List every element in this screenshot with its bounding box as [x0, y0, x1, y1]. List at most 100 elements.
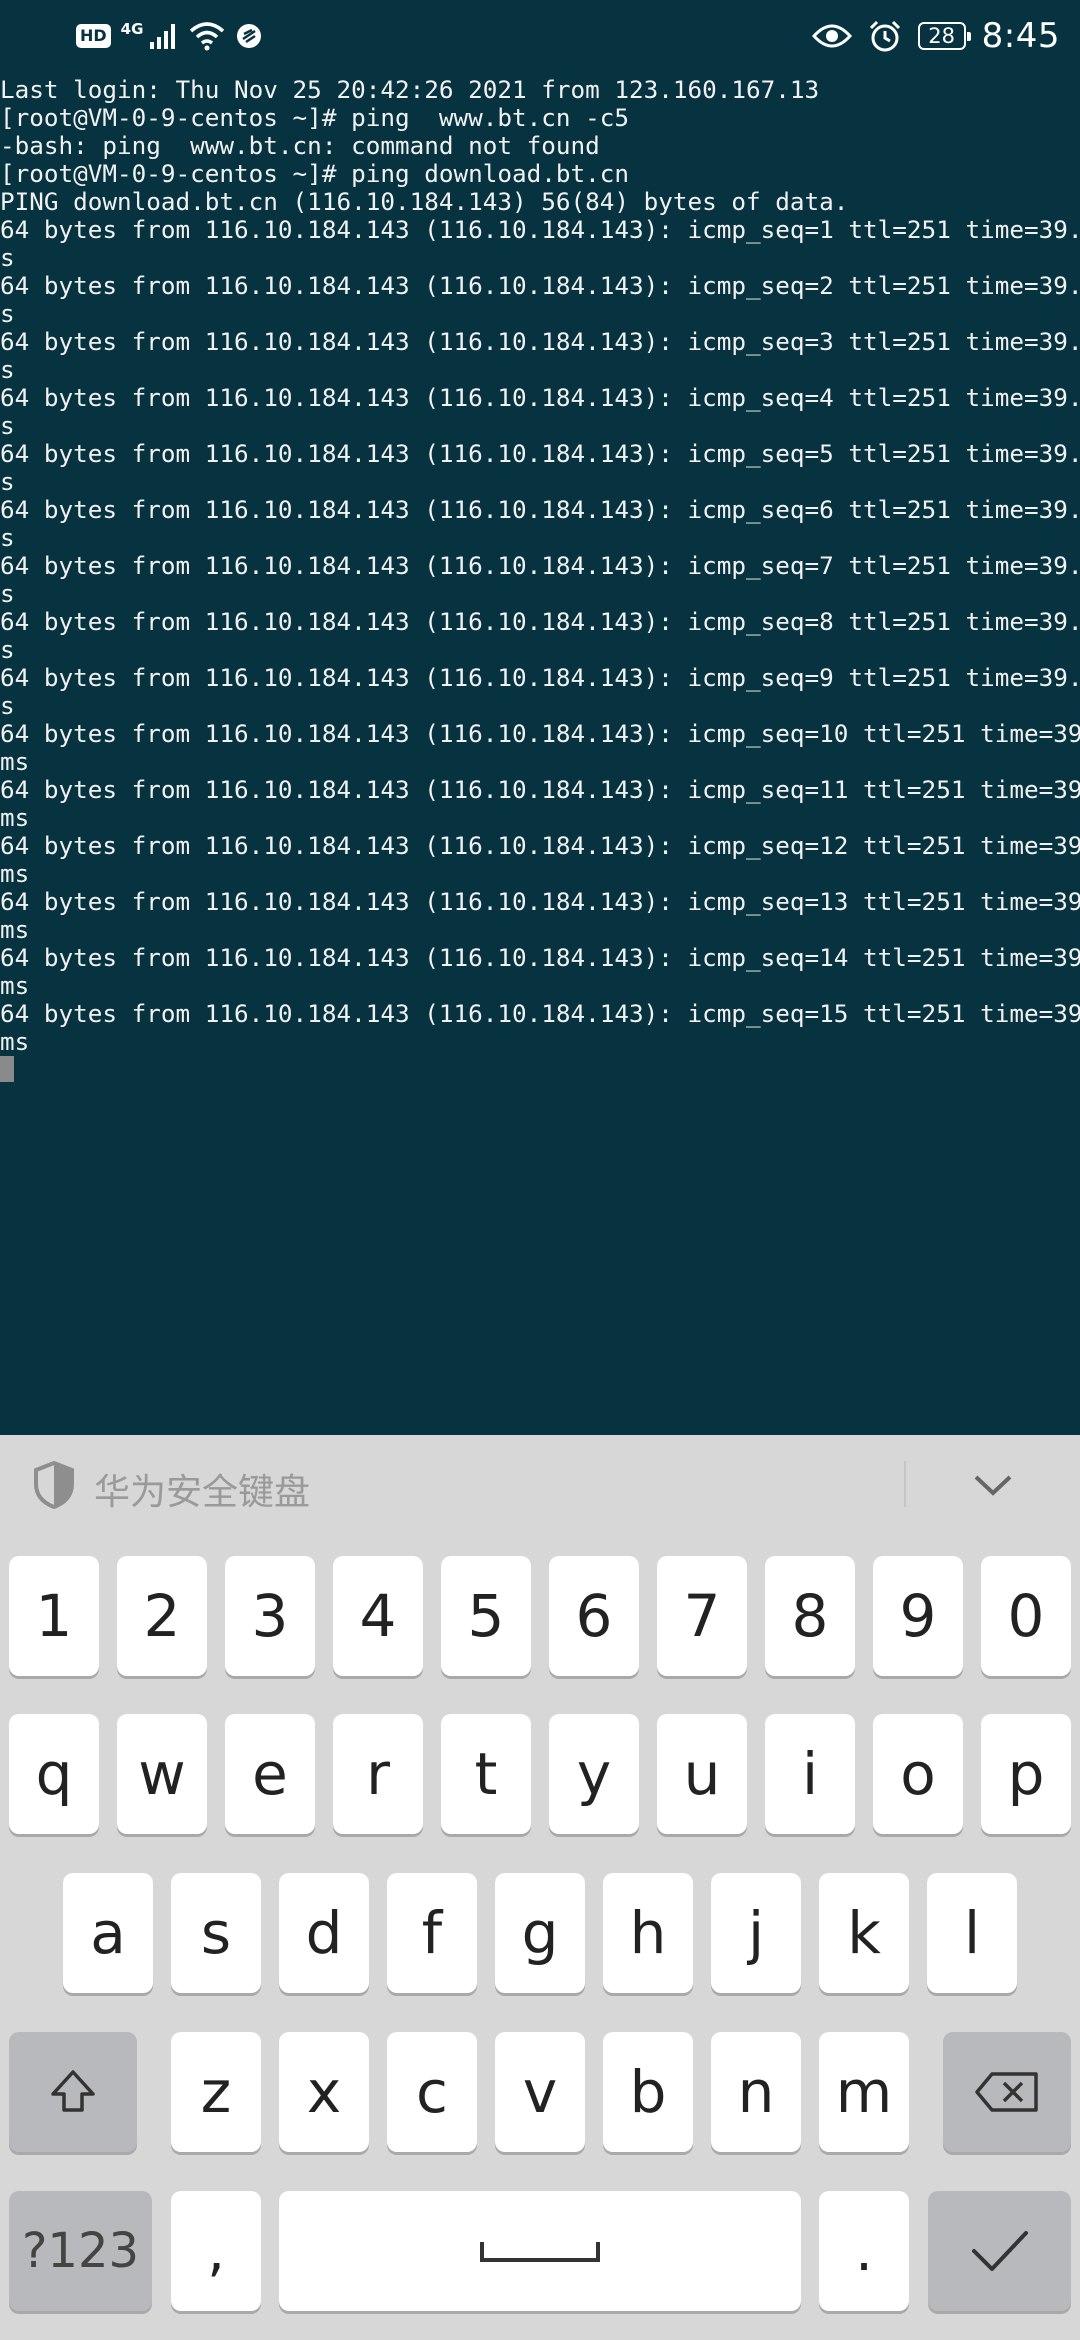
clock: 8:45	[981, 16, 1060, 56]
key-m[interactable]: m	[819, 2032, 909, 2152]
terminal-line: s	[0, 691, 15, 720]
key-p[interactable]: p	[981, 1714, 1071, 1834]
space-icon	[480, 2242, 600, 2262]
shift-key[interactable]	[9, 2032, 137, 2152]
shift-icon	[51, 2070, 95, 2112]
terminal-line: s	[0, 523, 15, 552]
status-bar: HD 4G 28 8:45	[0, 0, 1080, 72]
terminal-line: 64 bytes from 116.10.184.143 (116.10.184…	[0, 551, 1080, 580]
terminal-line: -bash: ping www.bt.cn: command not found	[0, 131, 600, 160]
cursor	[0, 1056, 14, 1082]
key-0[interactable]: 0	[981, 1556, 1071, 1676]
terminal-line: 64 bytes from 116.10.184.143 (116.10.184…	[0, 663, 1080, 692]
key-q[interactable]: q	[9, 1714, 99, 1834]
terminal-line: s	[0, 579, 15, 608]
terminal-line: 64 bytes from 116.10.184.143 (116.10.184…	[0, 383, 1080, 412]
terminal-line: ms	[0, 747, 30, 776]
key-y[interactable]: y	[549, 1714, 639, 1834]
network-type: 4G	[120, 20, 144, 38]
key-j[interactable]: j	[711, 1873, 801, 1993]
key-d[interactable]: d	[279, 1873, 369, 1993]
soft-keyboard: 华为安全键盘 1 2 3 4 5 6 7 8 9 0 q w e r t y u…	[0, 1435, 1080, 2340]
keyboard-header: 华为安全键盘	[0, 1435, 1080, 1535]
terminal-line: 64 bytes from 116.10.184.143 (116.10.184…	[0, 607, 1080, 636]
battery-icon: 28	[917, 22, 971, 50]
key-5[interactable]: 5	[441, 1556, 531, 1676]
key-z[interactable]: z	[171, 2032, 261, 2152]
key-v[interactable]: v	[495, 2032, 585, 2152]
terminal-line: s	[0, 355, 15, 384]
alarm-icon	[869, 20, 900, 52]
terminal-line: ms	[0, 971, 30, 1000]
terminal-line: 64 bytes from 116.10.184.143 (116.10.184…	[0, 327, 1080, 356]
key-c[interactable]: c	[387, 2032, 477, 2152]
terminal-line: 64 bytes from 116.10.184.143 (116.10.184…	[0, 999, 1080, 1028]
terminal-line: s	[0, 299, 15, 328]
status-right: 28 8:45	[811, 10, 1060, 62]
key-3[interactable]: 3	[225, 1556, 315, 1676]
key-4[interactable]: 4	[333, 1556, 423, 1676]
status-left: HD 4G	[76, 14, 263, 58]
terminal-output[interactable]: Last login: Thu Nov 25 20:42:26 2021 fro…	[0, 76, 1080, 1434]
terminal-line: [root@VM-0-9-centos ~]# ping www.bt.cn -…	[0, 103, 630, 132]
terminal-line: ms	[0, 1027, 30, 1056]
key-e[interactable]: e	[225, 1714, 315, 1834]
key-g[interactable]: g	[495, 1873, 585, 1993]
comma-key[interactable]: ,	[171, 2191, 261, 2311]
hd-icon: HD	[76, 24, 111, 48]
backspace-icon	[975, 2072, 1038, 2112]
terminal-line: s	[0, 467, 15, 496]
key-t[interactable]: t	[441, 1714, 531, 1834]
header-divider	[904, 1461, 906, 1507]
terminal-line: 64 bytes from 116.10.184.143 (116.10.184…	[0, 719, 1080, 748]
key-w[interactable]: w	[117, 1714, 207, 1834]
terminal-line: s	[0, 411, 15, 440]
terminal-prompt-line[interactable]	[0, 1056, 1080, 1084]
key-l[interactable]: l	[927, 1873, 1017, 1993]
key-n[interactable]: n	[711, 2032, 801, 2152]
key-r[interactable]: r	[333, 1714, 423, 1834]
terminal-line: ms	[0, 915, 30, 944]
key-b[interactable]: b	[603, 2032, 693, 2152]
terminal-line: 64 bytes from 116.10.184.143 (116.10.184…	[0, 887, 1080, 916]
terminal-line: Last login: Thu Nov 25 20:42:26 2021 fro…	[0, 75, 820, 104]
key-1[interactable]: 1	[9, 1556, 99, 1676]
symbols-key[interactable]: ?123	[9, 2191, 152, 2311]
key-i[interactable]: i	[765, 1714, 855, 1834]
key-h[interactable]: h	[603, 1873, 693, 1993]
terminal-line: s	[0, 243, 15, 272]
key-k[interactable]: k	[819, 1873, 909, 1993]
key-o[interactable]: o	[873, 1714, 963, 1834]
enter-key[interactable]	[928, 2191, 1071, 2311]
backspace-key[interactable]	[943, 2032, 1071, 2152]
keyboard-title: 华为安全键盘	[94, 1472, 311, 1513]
terminal-line: 64 bytes from 116.10.184.143 (116.10.184…	[0, 495, 1080, 524]
period-key[interactable]: .	[819, 2191, 909, 2311]
key-7[interactable]: 7	[657, 1556, 747, 1676]
space-key[interactable]	[279, 2191, 801, 2311]
terminal-line: s	[0, 635, 15, 664]
key-a[interactable]: a	[63, 1873, 153, 1993]
terminal-line: ms	[0, 859, 30, 888]
terminal-line: 64 bytes from 116.10.184.143 (116.10.184…	[0, 943, 1080, 972]
shield-icon	[34, 1460, 74, 1510]
eye-icon	[811, 24, 852, 48]
terminal-line: PING download.bt.cn (116.10.184.143) 56(…	[0, 187, 849, 216]
key-s[interactable]: s	[171, 1873, 261, 1993]
key-9[interactable]: 9	[873, 1556, 963, 1676]
key-u[interactable]: u	[657, 1714, 747, 1834]
wifi-icon	[190, 22, 225, 51]
key-2[interactable]: 2	[117, 1556, 207, 1676]
collapse-icon[interactable]	[970, 1465, 1016, 1505]
terminal-line: ms	[0, 803, 30, 832]
key-8[interactable]: 8	[765, 1556, 855, 1676]
terminal-line: 64 bytes from 116.10.184.143 (116.10.184…	[0, 831, 1080, 860]
key-f[interactable]: f	[387, 1873, 477, 1993]
terminal-line: 64 bytes from 116.10.184.143 (116.10.184…	[0, 215, 1080, 244]
enter-icon	[971, 2231, 1028, 2271]
terminal-line: 64 bytes from 116.10.184.143 (116.10.184…	[0, 271, 1080, 300]
key-6[interactable]: 6	[549, 1556, 639, 1676]
signal-icon	[150, 24, 176, 49]
key-x[interactable]: x	[279, 2032, 369, 2152]
sync-icon	[237, 24, 262, 48]
